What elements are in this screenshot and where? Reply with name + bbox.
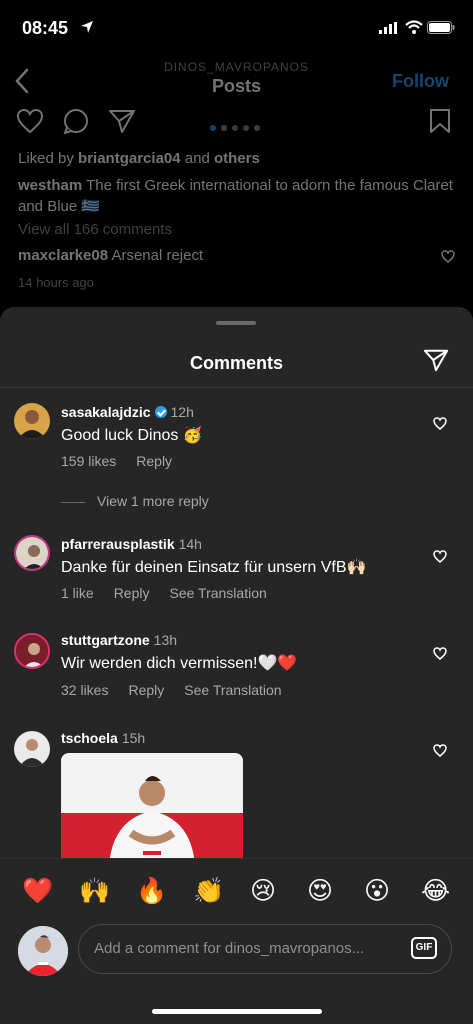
- see-translation-button[interactable]: See Translation: [184, 682, 281, 698]
- comment-gif-image[interactable]: [61, 753, 243, 865]
- share-send-icon[interactable]: [108, 108, 136, 134]
- emoji-raising-hands[interactable]: 🙌: [79, 877, 110, 905]
- comment-username[interactable]: stuttgartzone 13h: [61, 632, 177, 648]
- likes-count[interactable]: 159 likes: [61, 453, 116, 469]
- avatar[interactable]: [14, 403, 50, 439]
- caption-user[interactable]: westham: [18, 177, 82, 194]
- see-translation-button[interactable]: See Translation: [169, 585, 266, 601]
- comment-meta: 159 likes Reply: [61, 453, 192, 469]
- caption: westham The first Greek international to…: [18, 177, 453, 215]
- comment-text: Good luck Dinos 🥳: [61, 427, 203, 444]
- reply-button[interactable]: Reply: [136, 453, 172, 469]
- reply-button[interactable]: Reply: [128, 682, 164, 698]
- comment-username[interactable]: sasakalajdzic 12h: [61, 404, 194, 420]
- wifi-icon: [405, 20, 423, 34]
- bookmark-icon[interactable]: [429, 108, 451, 134]
- comment-text: Danke für deinen Einsatz für unsern VfB🙌…: [61, 559, 367, 576]
- sheet-title: Comments: [189, 353, 283, 373]
- liked-others-link[interactable]: others: [214, 150, 260, 167]
- comment-meta: 1 like Reply See Translation: [61, 585, 287, 601]
- post-header: DINOS_MAVROPANOS Posts Follow: [0, 56, 473, 106]
- comment-username[interactable]: tschoela 15h: [61, 730, 145, 746]
- comment-heart-icon[interactable]: [433, 550, 447, 563]
- preview-heart-icon[interactable]: [441, 250, 455, 263]
- reply-button[interactable]: Reply: [114, 585, 150, 601]
- emoji-crying-face[interactable]: 😢: [250, 877, 276, 905]
- my-avatar: [18, 926, 68, 976]
- avatar[interactable]: [14, 731, 50, 767]
- status-time: 08:45: [22, 18, 69, 38]
- post-actions: [0, 108, 473, 138]
- quick-emoji-bar: ❤️ 🙌 🔥 👏 😢 😍 😮 😂: [0, 858, 473, 923]
- verified-badge-icon: [154, 406, 167, 418]
- preview-comment: maxclarke08 Arsenal reject: [18, 247, 204, 264]
- emoji-fire[interactable]: 🔥: [136, 877, 167, 905]
- like-heart-icon[interactable]: [16, 108, 44, 134]
- view-more-replies-link[interactable]: View 1 more reply: [61, 493, 209, 509]
- comment-heart-icon[interactable]: [433, 647, 447, 660]
- comment-heart-icon[interactable]: [433, 744, 447, 757]
- comment-meta: 32 likes Reply See Translation: [61, 682, 302, 698]
- battery-icon: [427, 21, 455, 34]
- liked-by: Liked by briantgarcia04 and others: [18, 150, 260, 167]
- comment-composer: Add a comment for dinos_mavropanos... GI…: [0, 922, 473, 1024]
- likes-count[interactable]: 32 likes: [61, 682, 108, 698]
- reply-line: [61, 501, 85, 503]
- comment-input-placeholder: Add a comment for dinos_mavropanos...: [94, 940, 365, 957]
- post-timestamp: 14 hours ago: [18, 275, 94, 290]
- view-all-comments-link[interactable]: View all 166 comments: [18, 219, 458, 240]
- emoji-tears-of-joy[interactable]: 😂: [421, 877, 450, 905]
- emoji-clapping-hands[interactable]: 👏: [193, 877, 224, 905]
- comment-heart-icon[interactable]: [433, 417, 447, 430]
- status-bar: 08:45: [0, 0, 473, 56]
- share-send-icon[interactable]: [423, 348, 449, 372]
- preview-user[interactable]: maxclarke08: [18, 247, 108, 264]
- location-arrow-icon: [81, 21, 93, 33]
- avatar[interactable]: [14, 535, 50, 571]
- comment-username[interactable]: pfarrerausplastik 14h: [61, 536, 202, 552]
- likes-count[interactable]: 1 like: [61, 585, 94, 601]
- carousel-dots: [210, 118, 265, 136]
- cellular-signal-icon: [379, 22, 397, 34]
- comment-text: Wir werden dich vermissen!🤍❤️: [61, 655, 298, 672]
- follow-button[interactable]: Follow: [392, 71, 449, 92]
- gif-button[interactable]: GIF: [411, 937, 437, 959]
- comment-bubble-icon[interactable]: [62, 108, 90, 134]
- sheet-grabber[interactable]: [216, 321, 256, 325]
- avatar[interactable]: [14, 633, 50, 669]
- emoji-heart-eyes[interactable]: 😍: [307, 877, 333, 905]
- divider: [0, 387, 473, 388]
- emoji-red-heart[interactable]: ❤️: [22, 877, 53, 905]
- home-indicator: [152, 1009, 322, 1014]
- emoji-surprised-face[interactable]: 😮: [364, 877, 390, 905]
- liked-user-link[interactable]: briantgarcia04: [78, 150, 181, 167]
- comment-input[interactable]: Add a comment for dinos_mavropanos... GI…: [78, 924, 452, 974]
